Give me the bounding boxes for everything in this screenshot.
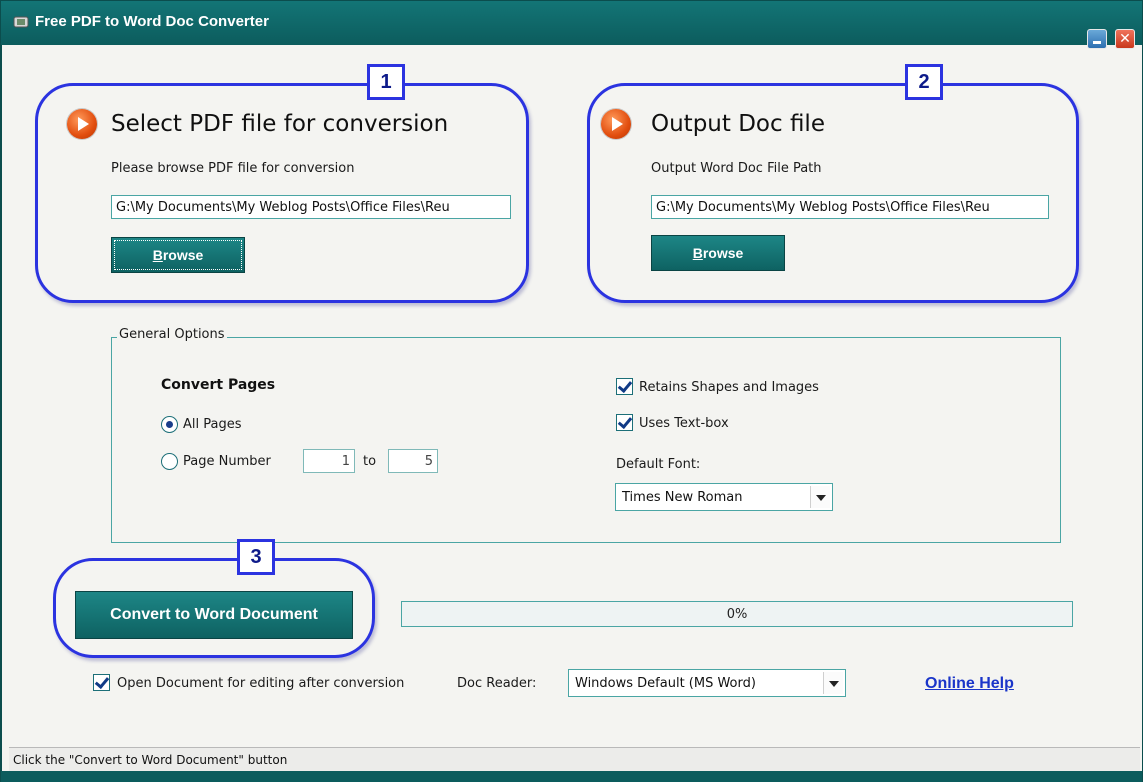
retain-shapes-checkbox[interactable] bbox=[616, 378, 633, 395]
browse-pdf-mnemonic: B bbox=[152, 247, 163, 263]
general-options-legend: General Options bbox=[117, 327, 227, 342]
close-icon[interactable]: ✕ bbox=[1115, 29, 1135, 49]
minimize-icon[interactable] bbox=[1087, 29, 1107, 49]
window-bottom-border bbox=[1, 771, 1142, 782]
page-from-input[interactable] bbox=[303, 449, 355, 473]
chevron-down-icon[interactable] bbox=[810, 486, 830, 508]
doc-reader-value: Windows Default (MS Word) bbox=[575, 676, 756, 691]
doc-reader-select[interactable]: Windows Default (MS Word) bbox=[568, 669, 846, 697]
step-2-badge: 2 bbox=[905, 64, 943, 100]
output-path-label: Output Word Doc File Path bbox=[651, 161, 822, 176]
page-to-input[interactable] bbox=[388, 449, 438, 473]
page-number-radio[interactable] bbox=[161, 453, 178, 470]
uses-textbox-label[interactable]: Uses Text-box bbox=[639, 416, 729, 431]
app-window: Free PDF to Word Doc Converter ✕ 1 Selec… bbox=[0, 0, 1143, 782]
output-doc-heading: Output Doc file bbox=[651, 111, 825, 137]
uses-textbox-checkbox[interactable] bbox=[616, 414, 633, 431]
chevron-down-icon[interactable] bbox=[823, 672, 843, 694]
title-bar: Free PDF to Word Doc Converter bbox=[1, 1, 1142, 45]
open-document-checkbox[interactable] bbox=[93, 674, 110, 691]
browse-doc-label-rest: rowse bbox=[702, 245, 744, 261]
general-options-group bbox=[111, 337, 1061, 543]
browse-pdf-button[interactable]: Browse bbox=[111, 237, 245, 273]
all-pages-label[interactable]: All Pages bbox=[183, 417, 242, 432]
converter-app-icon bbox=[13, 16, 29, 28]
step-3-badge: 3 bbox=[237, 539, 275, 575]
browse-pdf-label: Please browse PDF file for conversion bbox=[111, 161, 355, 176]
doc-reader-label: Doc Reader: bbox=[457, 676, 537, 691]
to-label: to bbox=[363, 454, 377, 469]
play-arrow-icon bbox=[67, 109, 97, 139]
step-1-badge: 1 bbox=[367, 64, 405, 100]
window-left-edge bbox=[1, 45, 9, 771]
online-help-link[interactable]: Online Help bbox=[925, 675, 1014, 693]
convert-pages-label: Convert Pages bbox=[161, 377, 276, 393]
status-bar: Click the "Convert to Word Document" but… bbox=[9, 747, 1140, 771]
default-font-select[interactable]: Times New Roman bbox=[615, 483, 833, 511]
all-pages-radio[interactable] bbox=[161, 416, 178, 433]
browse-doc-mnemonic: B bbox=[692, 245, 703, 261]
window-title: Free PDF to Word Doc Converter bbox=[35, 13, 269, 30]
play-arrow-icon bbox=[601, 109, 631, 139]
default-font-label: Default Font: bbox=[616, 457, 701, 472]
pdf-path-input[interactable] bbox=[111, 195, 511, 219]
browse-pdf-label-rest: rowse bbox=[162, 247, 204, 263]
conversion-progress-bar: 0% bbox=[401, 601, 1073, 627]
doc-path-input[interactable] bbox=[651, 195, 1049, 219]
select-pdf-heading: Select PDF file for conversion bbox=[111, 111, 449, 137]
page-number-label[interactable]: Page Number bbox=[183, 454, 271, 469]
convert-to-word-button[interactable]: Convert to Word Document bbox=[75, 591, 353, 639]
default-font-value: Times New Roman bbox=[622, 490, 743, 505]
open-document-label[interactable]: Open Document for editing after conversi… bbox=[117, 676, 404, 691]
retain-shapes-label[interactable]: Retains Shapes and Images bbox=[639, 380, 819, 395]
status-text: Click the "Convert to Word Document" but… bbox=[13, 753, 288, 767]
browse-doc-button[interactable]: Browse bbox=[651, 235, 785, 271]
progress-text: 0% bbox=[726, 607, 748, 622]
